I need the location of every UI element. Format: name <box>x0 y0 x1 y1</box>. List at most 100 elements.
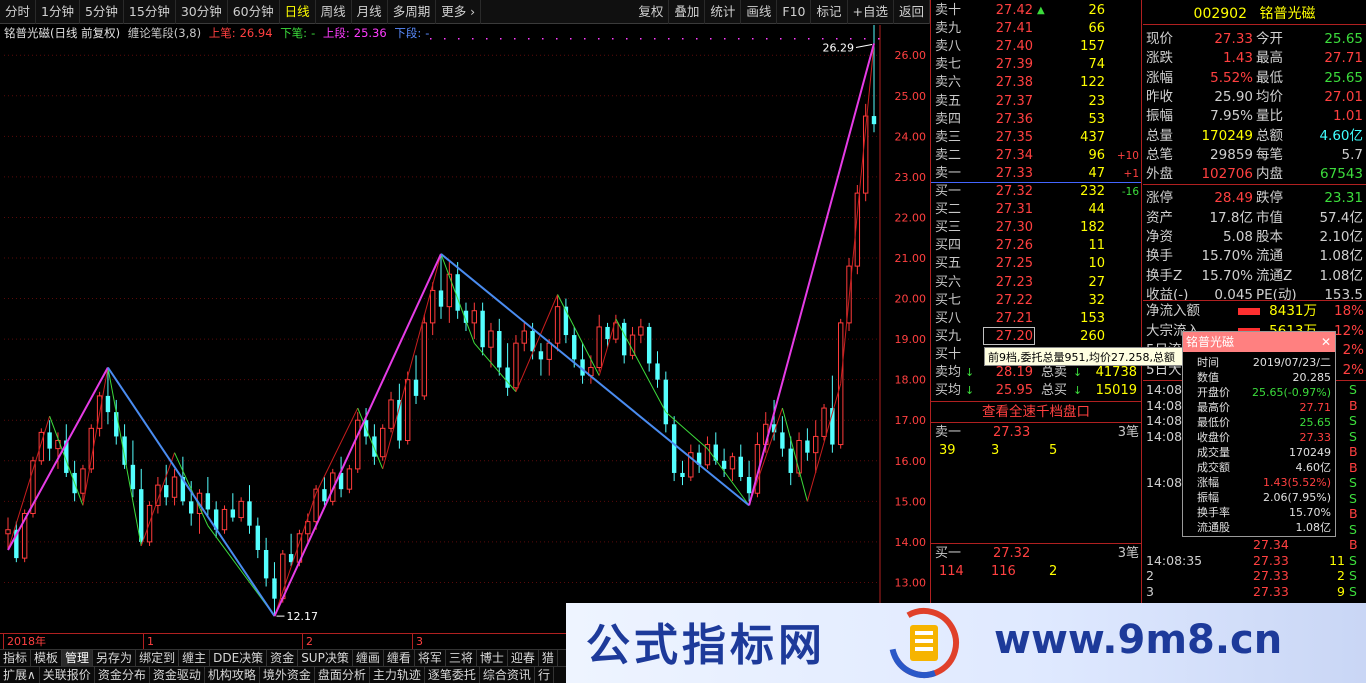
tool-button[interactable]: 叠加 <box>669 0 706 24</box>
period-tab[interactable]: 5分钟 <box>80 0 124 24</box>
tool-button[interactable]: F10 <box>777 0 812 24</box>
quote-label: 外盘 <box>1146 166 1173 183</box>
function-tab[interactable]: 资金分布 <box>95 667 150 683</box>
candle <box>455 262 460 319</box>
indicator-tab[interactable]: 博士 <box>477 650 508 666</box>
candle-body <box>538 351 544 360</box>
function-tab[interactable]: 综合资讯 <box>480 667 535 683</box>
period-tab[interactable]: 多周期 <box>388 0 437 24</box>
kline-svg[interactable]: 13.00 14.00 15.00 16.00 17.00 18.00 19.00 20.00… <box>0 25 930 633</box>
order-book-row[interactable]: 买三 27.30 182 <box>931 219 1141 237</box>
order-book-row[interactable]: 买四 27.26 11 <box>931 237 1141 255</box>
segment-line <box>748 43 875 506</box>
indicator-tab[interactable]: 三将 <box>446 650 477 666</box>
function-tab[interactable]: 逐笔委托 <box>425 667 480 683</box>
indicator-tab[interactable]: 将军 <box>415 650 446 666</box>
order-book-row[interactable]: 买一 27.32 232 -16 <box>931 183 1141 201</box>
period-tab[interactable]: 15分钟 <box>124 0 176 24</box>
period-tab[interactable]: 日线 <box>280 0 316 24</box>
average-row: 买均 ↓ 25.95 总买 ↓ 15019 <box>931 382 1141 400</box>
order-book-row[interactable]: 卖三 27.35 437 <box>931 129 1141 147</box>
order-book-row[interactable]: 买二 27.31 44 <box>931 201 1141 219</box>
candle <box>513 335 519 392</box>
popup-value: 27.33 <box>1299 431 1332 444</box>
bid-ask-divider <box>931 182 1141 183</box>
candle-body <box>780 432 785 449</box>
period-tab[interactable]: 分时 <box>0 0 37 24</box>
divider <box>931 422 1141 423</box>
kline-chart-area[interactable]: 铭普光磁(日线 前复权) 缠论笔段(3,8) 上笔: 26.94 下笔: - 上段:… <box>0 25 930 635</box>
indicator-tab[interactable]: SUP决策 <box>298 650 353 666</box>
quote-value: 27.01 <box>1324 88 1363 105</box>
popup-title-bar: 铭普光磁 ✕ <box>1183 332 1335 352</box>
period-tab[interactable]: 周线 <box>316 0 352 24</box>
tool-button[interactable]: 返回 <box>894 0 930 24</box>
stock-code: 002902 <box>1193 6 1247 22</box>
indicator-tab[interactable]: 指标 <box>0 650 32 666</box>
queue-orders-row: 39 3 5 <box>931 442 1141 460</box>
indicator-tab[interactable]: 资金 <box>267 650 299 666</box>
indicator-tab[interactable]: 缠画 <box>353 650 384 666</box>
popup-label: 数值 <box>1197 371 1219 384</box>
stock-name: 铭普光磁 <box>1259 6 1316 22</box>
function-tab[interactable]: 扩展∧ <box>0 667 40 683</box>
popup-label: 时间 <box>1197 356 1219 369</box>
candle <box>580 343 585 384</box>
period-tab[interactable]: 1分钟 <box>36 0 80 24</box>
order-book-row[interactable]: 卖一 27.33 47 +1 <box>931 165 1141 183</box>
period-tab[interactable]: 60分钟 <box>228 0 280 24</box>
order-book-row[interactable]: 卖六 27.38 122 <box>931 74 1141 92</box>
tool-button[interactable]: 统计 <box>705 0 742 24</box>
function-tab[interactable]: 关联报价 <box>40 667 95 683</box>
indicator-tab[interactable]: 管理 <box>62 650 94 666</box>
function-tab[interactable]: 主力轨迹 <box>370 667 425 683</box>
close-icon[interactable]: ✕ <box>1321 332 1331 352</box>
quote-label: 振幅 <box>1146 108 1173 125</box>
order-book-row[interactable]: 买八 27.21 153 <box>931 310 1141 328</box>
average-price: 25.95 <box>995 383 1033 398</box>
order-book-row[interactable]: 卖八 27.40 157 <box>931 38 1141 56</box>
candle-body <box>255 525 261 550</box>
quick-book-button[interactable]: 查看全速千档盘口 <box>931 402 1141 422</box>
order-book-row[interactable]: 买九 27.20 260 <box>931 328 1141 346</box>
order-book-row[interactable]: 卖五 27.37 23 <box>931 93 1141 111</box>
indicator-tab[interactable]: 缠主 <box>179 650 211 666</box>
tool-button[interactable]: 标记 <box>811 0 848 24</box>
period-tab[interactable]: 月线 <box>352 0 388 24</box>
function-tab[interactable]: 资金驱动 <box>150 667 205 683</box>
flow-pct: 18% <box>1333 303 1364 319</box>
function-tab[interactable]: 机构攻略 <box>205 667 260 683</box>
order-book-row[interactable]: 买六 27.23 27 <box>931 274 1141 292</box>
order-book-row[interactable]: 卖七 27.39 74 <box>931 56 1141 74</box>
order-book-row[interactable]: 卖二 27.34 96 +10 <box>931 147 1141 165</box>
period-tab[interactable]: 更多 › <box>436 0 482 24</box>
bi-stroke-line <box>7 416 51 551</box>
indicator-tab[interactable]: 另存为 <box>93 650 137 666</box>
candle <box>521 322 527 352</box>
indicator-tab[interactable]: 绑定到 <box>136 650 180 666</box>
order-book-row[interactable]: 买五 27.25 10 <box>931 255 1141 273</box>
order-book-row[interactable]: 卖四 27.36 53 <box>931 111 1141 129</box>
tool-button[interactable]: 画线 <box>741 0 778 24</box>
indicator-tab[interactable]: DDE决策 <box>210 650 268 666</box>
order-book-row[interactable]: 卖十 27.42 26 ▲ <box>931 2 1141 20</box>
indicator-name[interactable]: 缠论笔段(3,8) <box>128 26 201 40</box>
function-tab[interactable]: 行 <box>535 667 554 683</box>
quote-label: 每笔 <box>1256 146 1283 163</box>
period-tab[interactable]: 30分钟 <box>176 0 228 24</box>
order-book-row[interactable]: 买七 27.22 32 <box>931 292 1141 310</box>
function-tab[interactable]: 盘面分析 <box>315 667 370 683</box>
popup-label: 最低价 <box>1197 416 1230 429</box>
dot-mark <box>780 38 782 40</box>
function-tab[interactable]: 境外资金 <box>260 667 315 683</box>
order-book-row[interactable]: 卖九 27.41 66 <box>931 20 1141 38</box>
dot-mark <box>514 38 516 40</box>
indicator-tab[interactable]: 模板 <box>31 650 63 666</box>
indicator-tab[interactable]: 猎 <box>539 650 558 666</box>
indicator-tab[interactable]: 缠看 <box>384 650 415 666</box>
chart-header: 铭普光磁(日线 前复权) 缠论笔段(3,8) 上笔: 26.94 下笔: - 上段:… <box>4 25 433 41</box>
indicator-tab[interactable]: 迎春 <box>508 650 539 666</box>
tool-button[interactable]: +自选 <box>848 0 894 24</box>
tool-button[interactable]: 复权 <box>633 0 670 24</box>
candle-body <box>505 367 510 388</box>
